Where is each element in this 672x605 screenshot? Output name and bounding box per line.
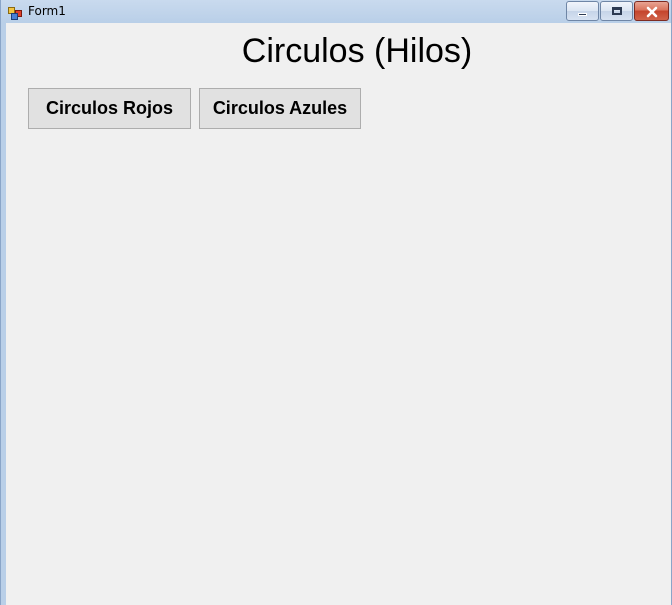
minimize-button[interactable] [566,1,599,21]
page-title: Circulos (Hilos) [241,32,473,70]
maximize-button[interactable] [600,1,633,21]
minimize-icon [578,13,587,16]
blue-circles-button[interactable]: Circulos Azules [199,88,361,129]
app-icon [8,5,22,20]
app-window: Form1 Circulos (Hilos) Circulos Rojos Ci… [0,0,672,605]
red-circles-button[interactable]: Circulos Rojos [28,88,191,129]
form-client-area: Circulos (Hilos) Circulos Rojos Circulos… [6,23,671,605]
close-icon [645,4,659,18]
title-bar[interactable]: Form1 [1,0,671,23]
caption-buttons [565,1,669,21]
close-button[interactable] [634,1,669,21]
maximize-icon [612,7,622,15]
window-title: Form1 [28,4,66,18]
